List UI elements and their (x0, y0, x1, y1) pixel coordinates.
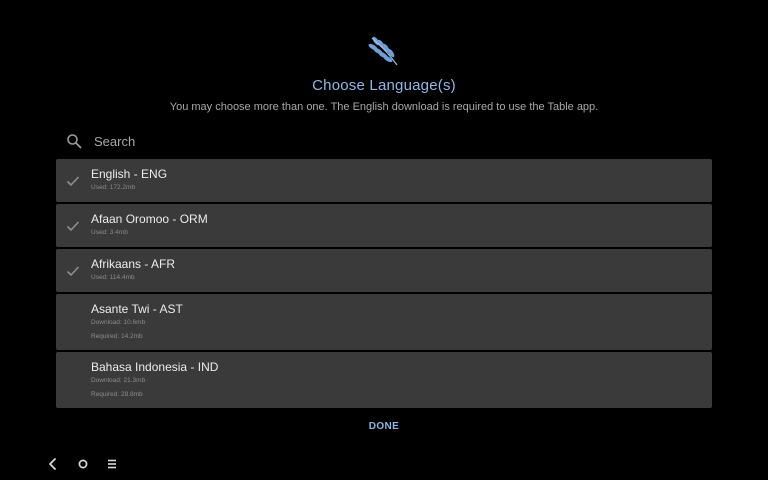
language-item-orm[interactable]: Afaan Oromoo - ORM Used: 3.4mb (56, 204, 712, 247)
page-title: Choose Language(s) (312, 77, 456, 94)
language-item-eng[interactable]: English - ENG Used: 172.2mb (56, 159, 712, 202)
language-name: English - ENG (91, 167, 168, 181)
language-used-size: Used: 114.4mb (91, 274, 135, 281)
search-icon (67, 134, 82, 149)
choose-language-screen: Choose Language(s) You may choose more t… (0, 0, 768, 480)
language-required-size: Required: 28.8mb (91, 391, 143, 398)
page-subtitle: You may choose more than one. The Englis… (169, 101, 599, 113)
language-used-size: Used: 172.2mb (91, 184, 136, 191)
search-input[interactable] (94, 133, 654, 149)
system-nav-bar (0, 448, 768, 480)
search-bar[interactable] (56, 128, 712, 154)
language-name: Asante Twi - AST (91, 302, 183, 316)
language-name: Afrikaans - AFR (91, 257, 176, 271)
language-name: Afaan Oromoo - ORM (91, 212, 208, 226)
language-item-ind[interactable]: Bahasa Indonesia - IND Download: 21.3mb … (56, 352, 712, 408)
language-used-size: Used: 3.4mb (91, 229, 128, 236)
menu-icon[interactable] (104, 456, 120, 472)
home-icon[interactable] (75, 456, 91, 472)
language-name: Bahasa Indonesia - IND (91, 360, 219, 374)
language-download-size: Download: 21.3mb (91, 377, 146, 384)
check-icon (66, 266, 80, 277)
check-icon (66, 221, 80, 232)
language-required-size: Required: 14.2mb (91, 333, 143, 340)
back-icon[interactable] (45, 456, 61, 472)
language-download-size: Download: 10.6mb (91, 319, 146, 326)
done-button[interactable]: DONE (344, 414, 424, 438)
wheat-logo-icon (368, 36, 398, 66)
language-item-ast[interactable]: Asante Twi - AST Download: 10.6mb Requir… (56, 294, 712, 350)
language-list: English - ENG Used: 172.2mb Afaan Oromoo… (56, 159, 712, 410)
check-icon (66, 176, 80, 187)
language-item-afr[interactable]: Afrikaans - AFR Used: 114.4mb (56, 249, 712, 292)
